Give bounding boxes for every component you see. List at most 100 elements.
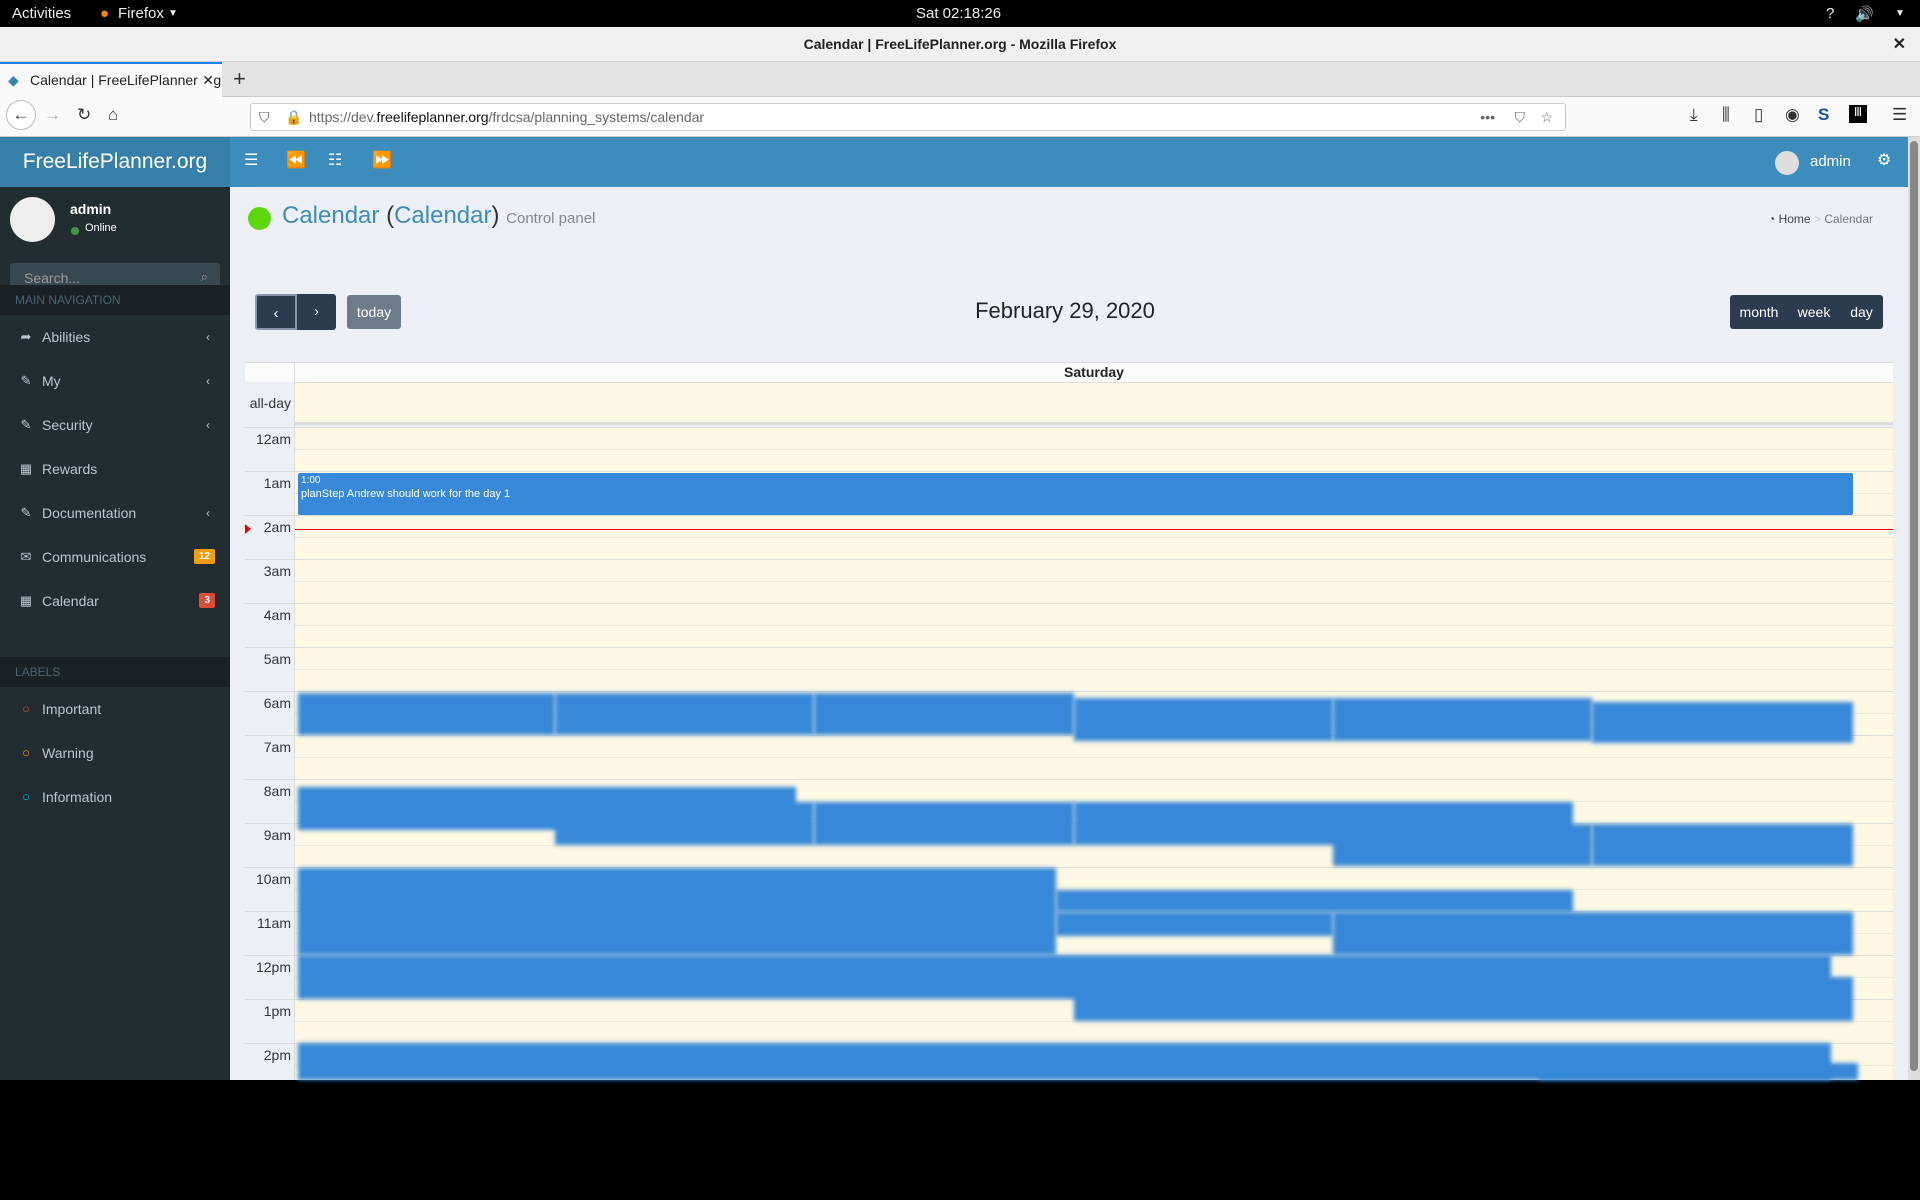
hour-line bbox=[245, 691, 1893, 692]
avatar[interactable] bbox=[1775, 151, 1799, 175]
sidebar-item-label: Rewards bbox=[42, 461, 98, 477]
half-hour-line bbox=[295, 449, 1893, 450]
new-tab-icon[interactable]: + bbox=[233, 66, 246, 92]
app-logo[interactable]: FreeLifePlanner.org bbox=[0, 137, 230, 187]
home-icon[interactable]: ⌂ bbox=[108, 105, 118, 125]
blurred-event[interactable] bbox=[297, 693, 555, 735]
blurred-event[interactable] bbox=[1591, 701, 1853, 744]
account-icon[interactable]: ◉ bbox=[1785, 105, 1800, 125]
day-header: Saturday bbox=[1064, 364, 1124, 380]
blurred-event[interactable] bbox=[1591, 824, 1853, 866]
pocket-icon[interactable]: ⛉ bbox=[1515, 104, 1526, 130]
nav-bar: ← → ↻ ⌂ ⛉ 🔒 https://dev.freelifeplanner.… bbox=[0, 97, 1920, 137]
volume-icon[interactable]: 🔊 bbox=[1855, 5, 1874, 23]
page-title: Calendar (Calendar) Control panel bbox=[282, 202, 596, 229]
day-view-button[interactable]: day bbox=[1840, 295, 1883, 329]
hour-label: 11am bbox=[257, 915, 291, 931]
sidebar-item-label: My bbox=[42, 373, 61, 389]
back-icon[interactable]: ← bbox=[6, 100, 36, 130]
close-tab-icon[interactable]: ✕ bbox=[198, 64, 214, 97]
sidebar-item-my[interactable]: ✎ My ‹ bbox=[0, 359, 230, 403]
user-menu[interactable]: admin bbox=[1810, 153, 1851, 170]
hour-line bbox=[245, 647, 1893, 648]
sidebar-toggle-icon[interactable]: ☰ bbox=[244, 150, 258, 170]
main-navigation-header: MAIN NAVIGATION bbox=[0, 285, 230, 315]
close-window-icon[interactable]: ✕ bbox=[1893, 27, 1906, 62]
blurred-event[interactable] bbox=[1333, 912, 1853, 956]
hour-label: 8am bbox=[263, 783, 291, 799]
sidebar-item-abilities[interactable]: ➦ Abilities ‹ bbox=[0, 315, 230, 359]
breadcrumb-home[interactable]: Home bbox=[1779, 212, 1811, 226]
clock[interactable]: Sat 02:18:26 bbox=[916, 5, 1001, 22]
rewind-icon[interactable]: ⏪ bbox=[286, 150, 306, 170]
month-view-button[interactable]: month bbox=[1730, 295, 1788, 329]
tab-calendar[interactable]: ◆ Calendar | FreeLifePlanner.org ✕ bbox=[0, 62, 222, 97]
sidebar-item-security[interactable]: ✎ Security ‹ bbox=[0, 403, 230, 447]
half-hour-line bbox=[295, 669, 1893, 670]
blurred-event[interactable] bbox=[1333, 697, 1592, 741]
label-warning[interactable]: ○ Warning bbox=[0, 731, 230, 775]
search-icon[interactable]: ⌕ bbox=[201, 269, 208, 285]
reload-icon[interactable]: ↻ bbox=[77, 105, 91, 125]
blurred-event[interactable] bbox=[554, 693, 815, 735]
url-path: /frdcsa/planning_systems/calendar bbox=[488, 109, 705, 125]
next-button[interactable]: › bbox=[297, 294, 336, 330]
blurred-event[interactable] bbox=[1055, 890, 1574, 913]
blurred-event[interactable] bbox=[1333, 824, 1592, 866]
blurred-event[interactable] bbox=[297, 868, 1056, 956]
prev-button[interactable]: ‹ bbox=[255, 294, 297, 330]
url-bar[interactable]: ⛉ 🔒 https://dev.freelifeplanner.org/frdc… bbox=[250, 103, 1566, 131]
sidebar-icon[interactable]: ▯ bbox=[1754, 105, 1763, 125]
app-menu[interactable]: Firefox bbox=[118, 5, 164, 22]
sidebar-badge: 3 bbox=[199, 593, 215, 608]
hour-label: 9am bbox=[263, 827, 291, 843]
system-menu-icon[interactable]: ▼ bbox=[1895, 8, 1905, 19]
chevron-left-icon: ‹ bbox=[206, 374, 210, 388]
hour-label: 1am bbox=[263, 475, 291, 491]
page-scrollbar[interactable] bbox=[1908, 137, 1920, 1080]
week-view-button[interactable]: week bbox=[1788, 295, 1840, 329]
half-hour-line bbox=[295, 625, 1893, 626]
sidebar-item-documentation[interactable]: ✎ Documentation ‹ bbox=[0, 491, 230, 535]
label-information[interactable]: ○ Information bbox=[0, 775, 230, 819]
activities-button[interactable]: Activities bbox=[12, 5, 71, 22]
blurred-event[interactable] bbox=[1073, 697, 1334, 741]
blurred-event[interactable] bbox=[1055, 912, 1334, 936]
shield-icon: ⛉ bbox=[259, 109, 270, 125]
accessibility-icon[interactable]: ? bbox=[1826, 5, 1834, 22]
allday-row[interactable] bbox=[295, 382, 1893, 425]
list-icon[interactable]: ☷ bbox=[328, 150, 342, 170]
envelope-icon: ✉ bbox=[20, 549, 32, 564]
blurred-event[interactable] bbox=[554, 802, 815, 845]
forward-icon[interactable]: → bbox=[44, 105, 61, 125]
blurred-event[interactable] bbox=[1073, 977, 1853, 1022]
sidebar-item-rewards[interactable]: ▦ Rewards bbox=[0, 447, 230, 491]
blurred-event[interactable] bbox=[1539, 1062, 1858, 1080]
sidebar-item-communications[interactable]: ✉ Communications 12 bbox=[0, 535, 230, 579]
sidebar-badge: 12 bbox=[193, 549, 215, 564]
more-icon[interactable]: ••• bbox=[1480, 104, 1495, 130]
share-icon: ➦ bbox=[20, 329, 32, 344]
label-important[interactable]: ○ Important bbox=[0, 687, 230, 731]
bookmark-star-icon[interactable]: ☆ bbox=[1540, 104, 1553, 130]
extension-s-icon[interactable]: S bbox=[1818, 105, 1829, 125]
half-hour-line bbox=[295, 757, 1893, 758]
blurred-event[interactable] bbox=[814, 693, 1074, 735]
scrollbar-thumb[interactable] bbox=[1910, 141, 1918, 1071]
lock-icon: 🔒 bbox=[285, 109, 303, 125]
fast-forward-icon[interactable]: ⏩ bbox=[372, 150, 392, 170]
library-icon[interactable]: ⫼ bbox=[1722, 105, 1730, 125]
sidebar-item-calendar[interactable]: ▦ Calendar 3 bbox=[0, 579, 230, 623]
page-title-link[interactable]: Calendar bbox=[394, 202, 491, 229]
firefox-icon: ● bbox=[100, 5, 110, 22]
extension-archive-icon[interactable]: Ⅲ bbox=[1849, 105, 1867, 123]
menu-icon[interactable]: ☰ bbox=[1892, 105, 1907, 125]
calendar-event[interactable]: 1:00 planStep Andrew should work for the … bbox=[298, 473, 1853, 515]
sidebar: admin Online Search... ⌕ MAIN NAVIGATION… bbox=[0, 187, 230, 1080]
blurred-event[interactable] bbox=[814, 802, 1074, 845]
gears-icon[interactable]: ⚙ bbox=[1877, 150, 1891, 170]
hour-label: 1pm bbox=[263, 1003, 291, 1019]
chevron-left-icon: ‹ bbox=[206, 418, 210, 432]
download-icon[interactable]: ⤓ bbox=[1690, 105, 1698, 125]
today-button[interactable]: today bbox=[347, 295, 401, 329]
